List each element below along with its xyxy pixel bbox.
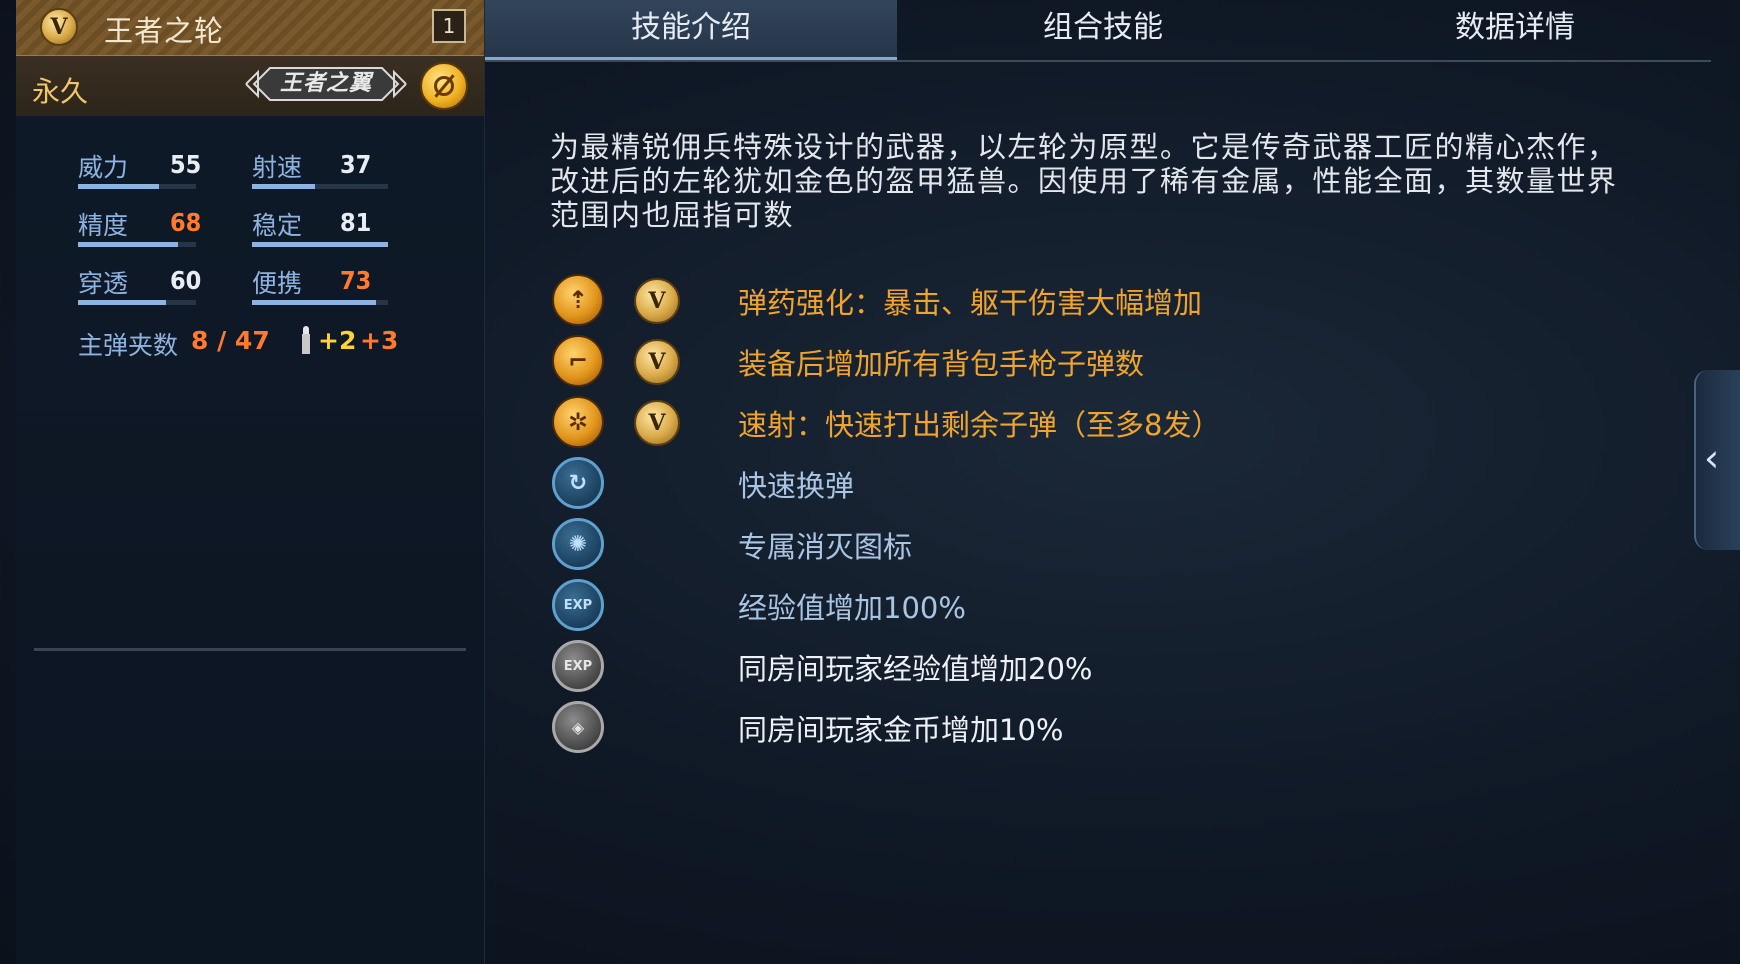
stat-bar-track [78,184,196,189]
stat-value: 55 [170,150,202,179]
skill-row: EXP 经验值增加100% [550,577,1550,635]
stat-bar-track [252,300,388,305]
vip-v-icon: V [634,278,680,324]
stat-0: 威力 55 [78,148,238,189]
exp-icon: EXP [552,579,604,631]
weapon-name: 王者之轮 [104,14,225,48]
stat-value: 60 [170,266,202,295]
duration-label: 永久 [32,75,89,108]
weapon-subtitle-bar: 永久 王者之翼 [16,56,484,116]
stat-bar-fill [78,184,159,189]
stat-label: 便携 [252,269,303,298]
vip-v-icon: V [634,339,680,385]
room-gold-icon: ◈ [552,701,604,753]
stat-label: 射速 [252,153,303,182]
skill-text: 经验值增加100% [738,591,966,625]
bullet-icon [302,326,310,354]
skill-text: 速射：快速打出剩余子弹（至多8发） [738,408,1221,442]
stat-1: 射速 37 [252,148,412,189]
rank-emblem-label: 王者之翼 [279,71,372,96]
weapon-description: 为最精锐佣兵特殊设计的武器，以左轮为原型。它是传奇武器工匠的精心杰作，改进后的左… [550,130,1618,232]
weapon-count-badge: 1 [432,9,466,43]
stat-label: 稳定 [252,211,303,240]
revolver-cylinder-icon: ✲ [552,396,604,448]
stat-bar-fill [252,242,388,247]
stat-value: 37 [340,150,372,179]
skill-row: ◈ 同房间玩家金币增加10% [550,699,1550,757]
rank-emblem-label-wrap: 王者之翼 [244,64,408,104]
skill-row: ⌐ V 装备后增加所有背包手枪子弹数 [550,333,1550,391]
side-collapse-tab[interactable]: ‹ [1694,370,1740,550]
weapon-info-panel: V 王者之轮 1 永久 王者之翼 威力 55 射速 37 精度 68 稳定 81 穿透 60 便携 7… [16,0,485,964]
stat-value: 81 [340,208,372,237]
ammo-bonus-primary: +2 [318,326,357,355]
stat-bar-fill [252,184,315,189]
skill-text: 快速换弹 [738,469,855,503]
weapon-title-bar: V 王者之轮 1 [16,0,484,56]
kill-icon: ✺ [552,518,604,570]
vip-v-icon: V [634,400,680,446]
pistol-icon: ⌐ [552,335,604,387]
skill-row: ✲ V 速射：快速打出剩余子弹（至多8发） [550,394,1550,452]
skill-row: EXP 同房间玩家经验值增加20% [550,638,1550,696]
stat-label: 穿透 [78,269,129,298]
stat-label: 精度 [78,211,129,240]
stat-bar-fill [78,300,166,305]
stat-bar-track [252,242,388,247]
stat-value: 68 [170,208,202,237]
stat-bar-track [252,184,388,189]
skill-row: ✺ 专属消灭图标 [550,516,1550,574]
tab-data-details[interactable]: 数据详情 [1309,0,1721,60]
tab-combo-skills[interactable]: 组合技能 [897,0,1309,60]
skill-text: 弹药强化：暴击、躯干伤害大幅增加 [738,286,1203,320]
stat-2: 精度 68 [78,206,238,247]
skill-text: 专属消灭图标 [738,530,913,564]
skill-text: 同房间玩家金币增加10% [738,713,1064,747]
stat-bar-fill [252,300,376,305]
skill-text: 装备后增加所有背包手枪子弹数 [738,347,1145,381]
stat-value: 73 [340,266,372,295]
tab-bar: 技能介绍 组合技能 数据详情 [485,0,1711,62]
stat-3: 稳定 81 [252,206,412,247]
bullet-upgrade-icon: ⇡ [552,274,604,326]
ammo-value: 8 / 47 [191,326,270,355]
stat-4: 穿透 60 [78,264,238,305]
skill-text: 同房间玩家经验值增加20% [738,652,1093,686]
ammo-bonus-secondary: +3 [360,326,399,355]
chevron-left-icon: ‹ [1704,436,1720,480]
stat-label: 威力 [78,153,129,182]
ammo-label: 主弹夹数 [78,331,179,360]
fast-reload-icon: ↻ [552,457,604,509]
room-exp-icon: EXP [552,640,604,692]
panel-divider [34,648,466,651]
skill-row: ↻ 快速换弹 [550,455,1550,513]
gold-medal-icon [420,62,468,110]
stat-bar-track [78,300,196,305]
vip-v-icon: V [40,8,78,46]
stat-bar-track [78,242,196,247]
stat-bar-fill [78,242,178,247]
skill-row: ⇡ V 弹药强化：暴击、躯干伤害大幅增加 [550,272,1550,330]
stat-5: 便携 73 [252,264,412,305]
tab-skill-intro[interactable]: 技能介绍 [485,0,897,60]
